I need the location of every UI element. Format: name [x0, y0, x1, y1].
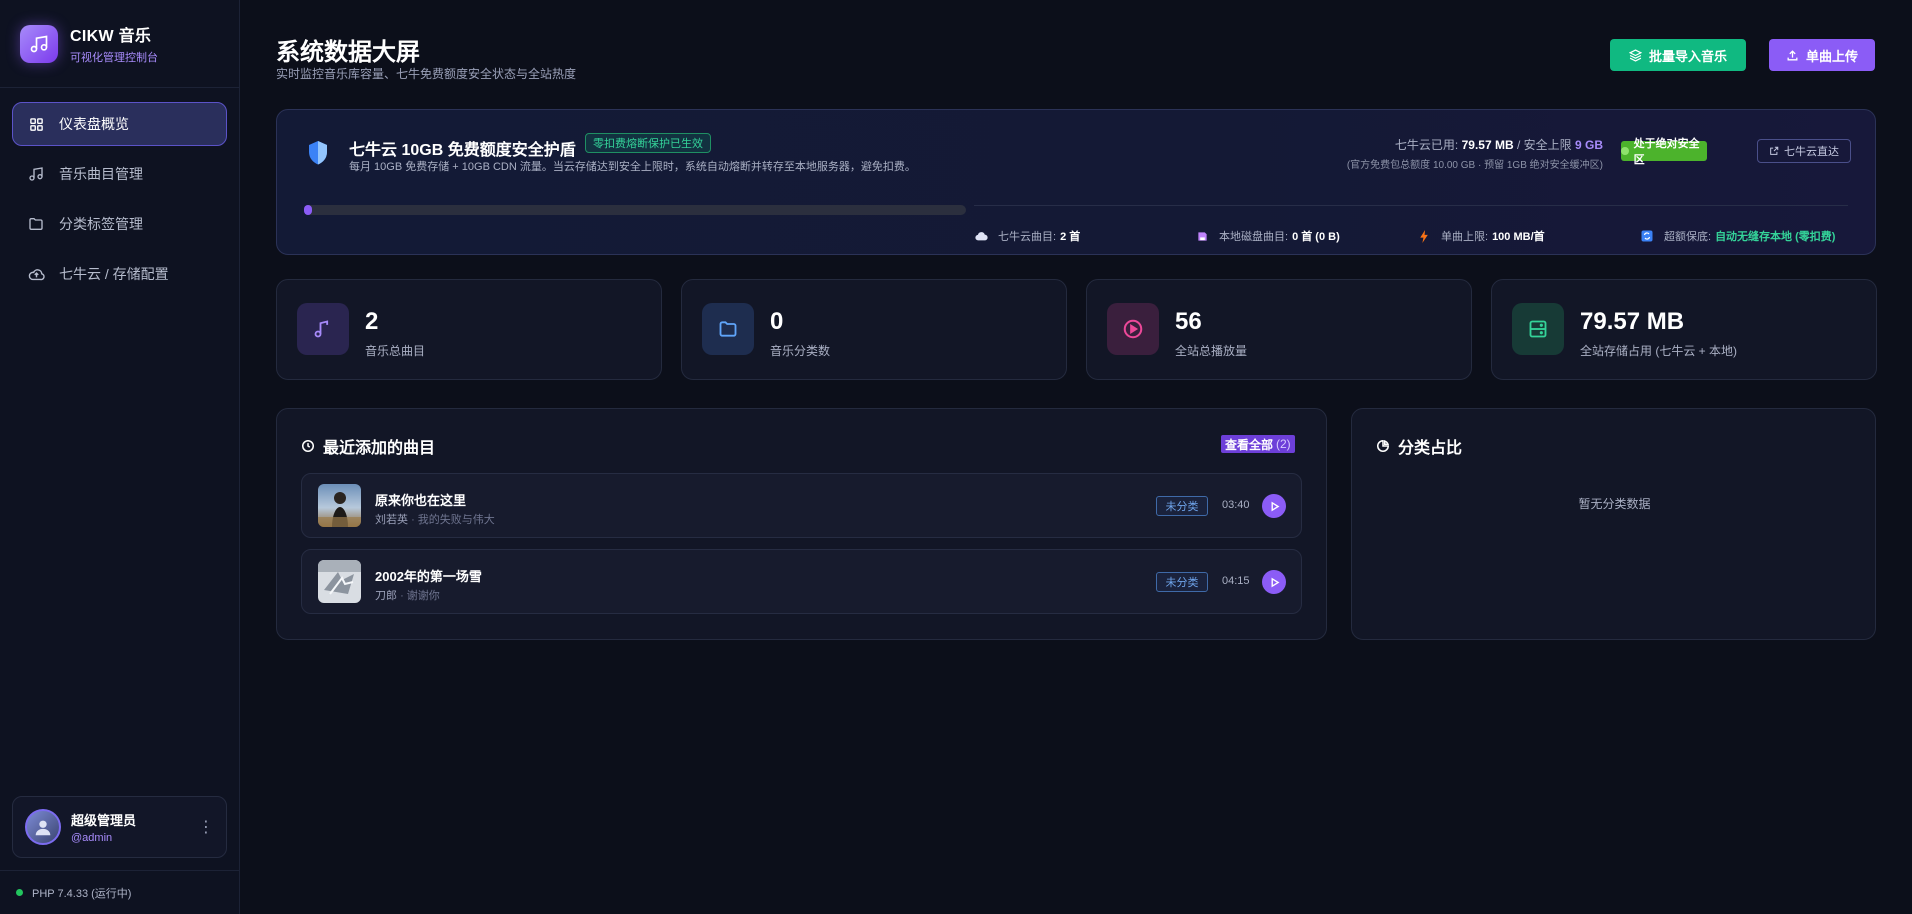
status-dot-icon [16, 889, 23, 896]
category-tag: 未分类 [1156, 572, 1208, 592]
sidebar-item-label: 音乐曲目管理 [59, 166, 143, 182]
category-share-panel: 分类占比 暂无分类数据 [1351, 408, 1876, 640]
status-dot-icon [1621, 147, 1629, 155]
sidebar-item-label: 分类标签管理 [59, 216, 143, 232]
sidebar: CIKW 音乐 可视化管理控制台 仪表盘概览 音乐曲目管理 分类标签管理 七牛云… [0, 0, 240, 914]
kpi-value: 56 [1175, 308, 1202, 335]
kpi-value: 0 [770, 308, 784, 335]
kpi-card-categories: 0 音乐分类数 [681, 279, 1067, 380]
stat-local-tracks: 本地磁盘曲目: 0 首 (0 B) [1195, 228, 1340, 244]
kpi-card-plays: 56 全站总播放量 [1086, 279, 1472, 380]
kpi-label: 音乐总曲目 [365, 344, 426, 358]
brand-subtitle: 可视化管理控制台 [70, 52, 158, 64]
track-duration: 03:40 [1222, 499, 1250, 511]
play-icon [1271, 501, 1279, 511]
stat-single-limit: 单曲上限: 100 MB/首 [1417, 228, 1545, 244]
view-all-link[interactable]: 查看全部 (2) [1221, 435, 1295, 453]
track-title: 原来你也在这里 [375, 493, 467, 508]
quota-progress-fill [304, 205, 312, 215]
folder-icon [702, 303, 754, 355]
quota-progress-bar [304, 205, 966, 215]
play-button[interactable] [1262, 570, 1286, 594]
batch-import-button[interactable]: 批量导入音乐 [1610, 39, 1746, 71]
album-cover [318, 484, 361, 527]
brand[interactable]: CIKW 音乐 可视化管理控制台 [0, 0, 239, 88]
kpi-label: 全站存储占用 (七牛云 + 本地) [1580, 344, 1738, 358]
pie-chart-icon [1377, 439, 1390, 452]
sidebar-item-tracks[interactable]: 音乐曲目管理 [12, 152, 227, 196]
external-link-icon [1770, 146, 1779, 155]
track-artist: 刘若英 [375, 514, 408, 526]
category-tag: 未分类 [1156, 496, 1208, 516]
folder-icon [27, 215, 45, 233]
sidebar-item-label: 七牛云 / 存储配置 [59, 266, 169, 282]
brand-title: CIKW 音乐 [70, 28, 152, 45]
track-artist: 刀郎 [375, 590, 397, 602]
play-circle-icon [1107, 303, 1159, 355]
shield-description: 每月 10GB 免费存储 + 10GB CDN 流量。当云存储达到安全上限时，系… [349, 161, 916, 173]
album-cover [318, 560, 361, 603]
kpi-label: 音乐分类数 [770, 344, 831, 358]
upload-icon [1787, 49, 1798, 60]
safe-status-badge: 处于绝对安全区 [1621, 138, 1707, 166]
sidebar-item-label: 仪表盘概览 [59, 116, 129, 132]
shield-title: 七牛云 10GB 免费额度安全护盾 [349, 142, 576, 159]
track-title: 2002年的第一场雪 [375, 569, 482, 584]
track-row[interactable]: 2002年的第一场雪 刀郎 · 谢谢你 未分类 04:15 [301, 549, 1302, 614]
floppy-disk-icon [1195, 229, 1209, 243]
kpi-card-storage: 79.57 MB 全站存储占用 (七牛云 + 本地) [1491, 279, 1877, 380]
track-meta: 刀郎 · 谢谢你 [375, 587, 440, 603]
track-row[interactable]: 原来你也在这里 刘若英 · 我的失败与伟大 未分类 03:40 [301, 473, 1302, 538]
more-vertical-icon[interactable]: ⋮ [198, 817, 214, 837]
kpi-value: 79.57 MB [1580, 308, 1685, 335]
quota-note: (官方免费包总额度 10.00 GB · 预留 1GB 绝对安全缓冲区) [1346, 160, 1603, 171]
quota-usage: 七牛云已用: 79.57 MB / 安全上限 9 GB [1394, 138, 1603, 152]
refresh-icon [1640, 229, 1654, 243]
page-subtitle: 实时监控音乐库容量、七牛免费额度安全状态与全站热度 [276, 67, 577, 81]
sidebar-item-storage[interactable]: 七牛云 / 存储配置 [12, 252, 227, 296]
cloud-icon [974, 229, 988, 243]
lightning-icon [1417, 229, 1431, 243]
sidebar-item-dashboard[interactable]: 仪表盘概览 [12, 102, 227, 146]
play-icon [1271, 577, 1279, 587]
clock-icon [301, 439, 315, 453]
stat-fallback: 超额保底: 自动无缝存本地 (零扣费) [1640, 228, 1835, 244]
music-note-icon [297, 303, 349, 355]
single-upload-button[interactable]: 单曲上传 [1769, 39, 1875, 71]
user-card[interactable]: 超级管理员 @admin ⋮ [12, 796, 227, 858]
recent-tracks-panel: 最近添加的曲目 查看全部 (2) 原来你也在这里 刘若英 · 我的失败与伟大 未… [276, 408, 1327, 640]
page-title: 系统数据大屏 [276, 39, 420, 66]
php-status-text: PHP 7.4.33 (运行中) [32, 887, 132, 900]
server-icon [1512, 303, 1564, 355]
protection-badge: 零扣费熔断保护已生效 [585, 133, 711, 153]
track-meta: 刘若英 · 我的失败与伟大 [375, 511, 495, 527]
track-album: · 谢谢你 [400, 590, 440, 602]
music-note-icon [27, 165, 45, 183]
quota-shield-panel: 七牛云 10GB 免费额度安全护盾 零扣费熔断保护已生效 每月 10GB 免费存… [276, 109, 1876, 255]
sidebar-item-categories[interactable]: 分类标签管理 [12, 202, 227, 246]
grid-icon [27, 115, 45, 133]
layers-icon [1628, 48, 1642, 62]
cloud-upload-icon [27, 265, 45, 283]
track-duration: 04:15 [1222, 575, 1250, 587]
track-album: · 我的失败与伟大 [411, 514, 495, 526]
divider [974, 205, 1848, 206]
play-button[interactable] [1262, 494, 1286, 518]
recent-tracks-title: 最近添加的曲目 [301, 434, 435, 458]
kpi-label: 全站总播放量 [1175, 344, 1248, 358]
kpi-value: 2 [365, 308, 379, 335]
avatar [25, 809, 61, 845]
stat-cloud-tracks: 七牛云曲目: 2 首 [974, 228, 1080, 244]
php-status: PHP 7.4.33 (运行中) [0, 870, 240, 914]
kpi-card-total-tracks: 2 音乐总曲目 [276, 279, 662, 380]
shield-icon [307, 140, 329, 171]
empty-state-text: 暂无分类数据 [1578, 497, 1651, 511]
music-logo-icon [20, 24, 58, 63]
user-handle: @admin [71, 832, 113, 844]
qiniu-direct-button[interactable]: 七牛云直达 [1757, 139, 1851, 163]
user-name: 超级管理员 [71, 813, 137, 828]
sidebar-nav: 仪表盘概览 音乐曲目管理 分类标签管理 七牛云 / 存储配置 [0, 88, 239, 316]
category-share-title: 分类占比 [1376, 434, 1462, 458]
